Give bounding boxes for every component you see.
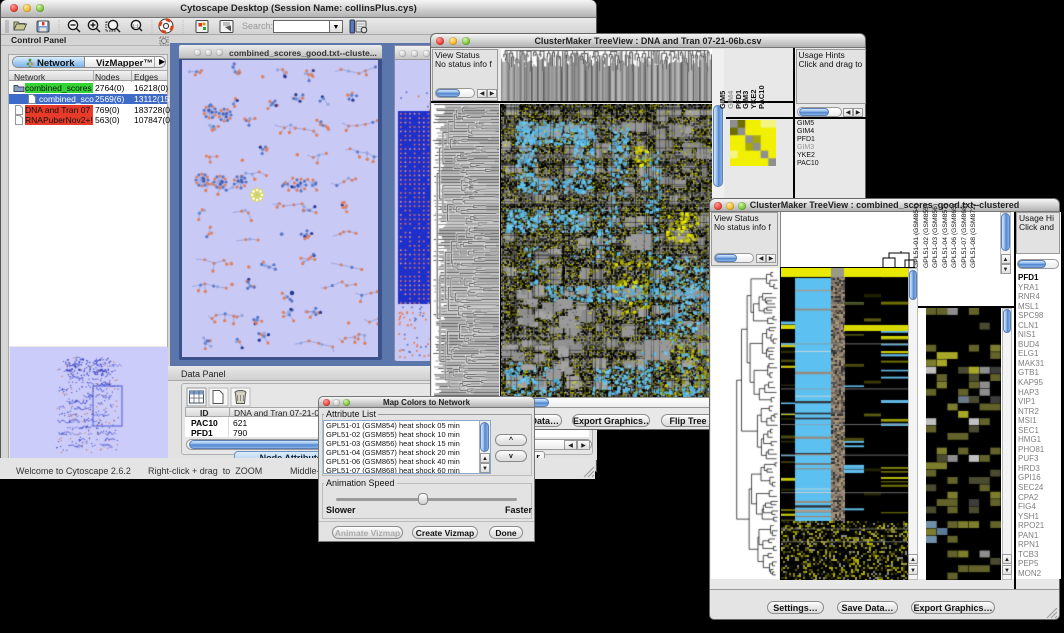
- svg-text:1:1: 1:1: [133, 24, 140, 29]
- svg-text:Search:: Search:: [242, 21, 273, 31]
